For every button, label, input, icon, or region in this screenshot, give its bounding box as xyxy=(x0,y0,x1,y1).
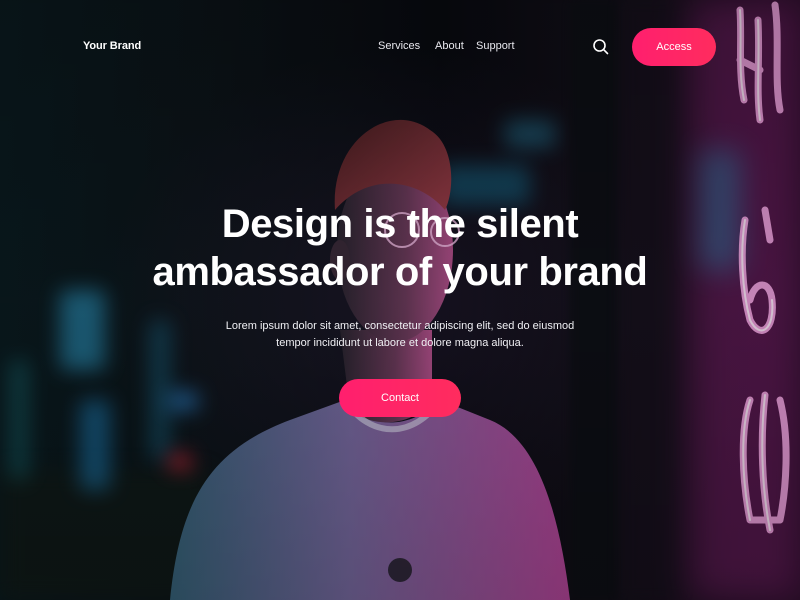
access-button[interactable]: Access xyxy=(632,28,716,66)
contact-button[interactable]: Contact xyxy=(339,379,461,417)
search-icon xyxy=(593,39,609,55)
nav-link-services[interactable]: Services xyxy=(378,40,435,52)
main-nav: Services About Support xyxy=(378,40,526,52)
search-button[interactable] xyxy=(592,38,610,56)
nav-link-about[interactable]: About xyxy=(435,40,476,52)
nav-link-support[interactable]: Support xyxy=(476,40,526,52)
top-navbar: Your Brand Services About Support Access xyxy=(0,0,800,94)
brand-logo[interactable]: Your Brand xyxy=(83,40,141,52)
